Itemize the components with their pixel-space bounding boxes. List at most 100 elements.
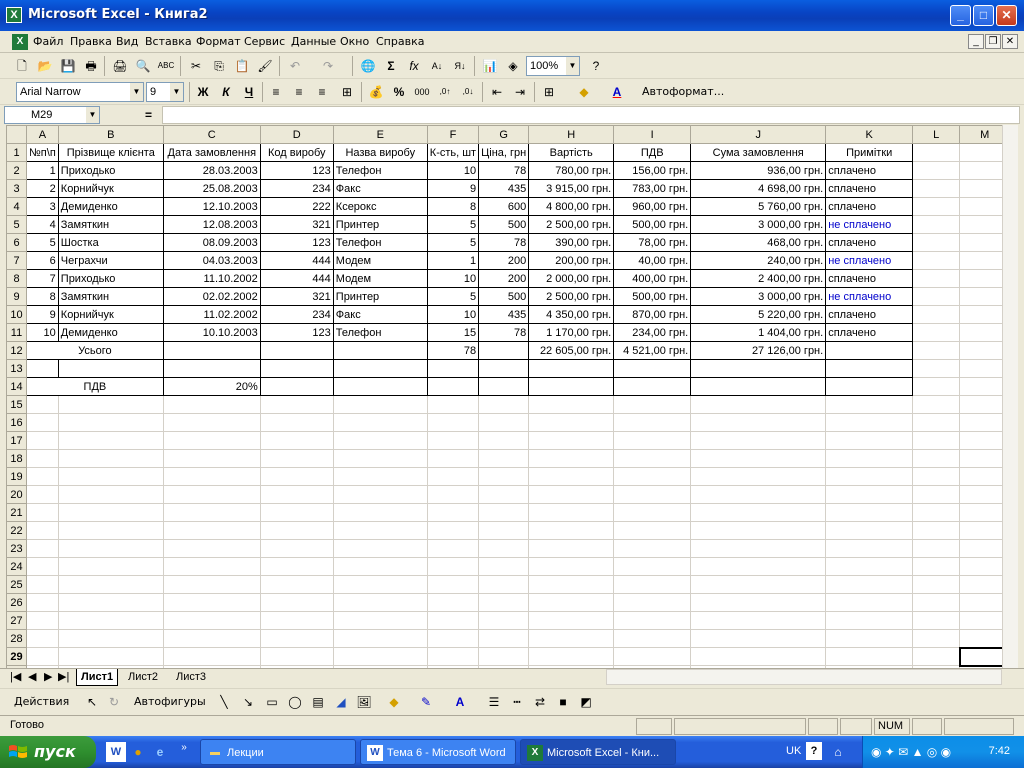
3d-style-icon[interactable]: ◩ [576, 692, 596, 712]
cell-g28[interactable] [478, 629, 530, 648]
arrow-icon[interactable]: ↘ [238, 692, 258, 712]
cell-i29[interactable] [613, 647, 692, 666]
cell-b18[interactable] [57, 449, 164, 468]
cell-d1[interactable]: Код виробу [259, 143, 334, 162]
cell-f29[interactable] [426, 647, 480, 666]
cell-c29[interactable] [162, 647, 261, 666]
cell-i11[interactable]: 234,00 грн. [613, 323, 692, 342]
cell-b1[interactable]: Прізвище клієнта [57, 143, 164, 162]
cell-e9[interactable]: Принтер [332, 287, 428, 306]
cell-h11[interactable]: 1 170,00 грн. [528, 323, 615, 342]
cell-f17[interactable] [426, 431, 480, 450]
cell-a7[interactable]: 6 [26, 251, 59, 270]
cell-e1[interactable]: Назва виробу [332, 143, 428, 162]
underline-button[interactable]: Ч [239, 82, 259, 102]
cell-d12[interactable] [259, 341, 334, 360]
cell-a25[interactable] [26, 575, 59, 594]
cell-e23[interactable] [332, 539, 428, 558]
row-header[interactable]: 2 [6, 161, 27, 180]
cell-i24[interactable] [613, 557, 692, 576]
cell-k22[interactable] [825, 521, 914, 540]
cell-l3[interactable] [912, 179, 961, 198]
cell-b25[interactable] [57, 575, 164, 594]
line-style-icon[interactable]: ☰ [484, 692, 504, 712]
cell-l4[interactable] [912, 197, 961, 216]
worksheet-grid[interactable]: ABCDEFGHIJKLM 1 №п\п Прізвище клієнта Дата … [6, 125, 1018, 668]
cell-i26[interactable] [613, 593, 692, 612]
cell-g29[interactable] [478, 647, 530, 666]
cell-l26[interactable] [912, 593, 961, 612]
cell-k4[interactable]: сплачено [825, 197, 914, 216]
cell-c20[interactable] [162, 485, 261, 504]
cell-c8[interactable]: 11.10.2002 [162, 269, 261, 288]
maximize-button[interactable]: □ [973, 5, 994, 26]
cell-g20[interactable] [478, 485, 530, 504]
tray-icons[interactable]: ◉ ✦ ✉ ▲ ◎ ◉ [871, 745, 951, 759]
cell-j25[interactable] [690, 575, 827, 594]
workbook-icon[interactable]: X [12, 34, 28, 50]
cell-k20[interactable] [825, 485, 914, 504]
cell-l2[interactable] [912, 161, 961, 180]
cell-e8[interactable]: Модем [332, 269, 428, 288]
cell-a13[interactable] [26, 359, 59, 378]
percent-icon[interactable]: % [389, 82, 409, 102]
cell-h20[interactable] [528, 485, 615, 504]
cell-c11[interactable]: 10.10.2003 [162, 323, 261, 342]
cell-d7[interactable]: 444 [259, 251, 334, 270]
cell-d4[interactable]: 222 [259, 197, 334, 216]
cell-b22[interactable] [57, 521, 164, 540]
row-header[interactable]: 25 [6, 575, 27, 594]
cell-k3[interactable]: сплачено [825, 179, 914, 198]
cell-l29[interactable] [912, 647, 961, 666]
cell-b5[interactable]: Замяткин [57, 215, 164, 234]
cell-j1[interactable]: Сума замовлення [690, 143, 827, 162]
arrow-style-icon[interactable]: ⇄ [530, 692, 550, 712]
cell-k21[interactable] [825, 503, 914, 522]
cell-h13[interactable] [528, 359, 615, 378]
cell-d19[interactable] [259, 467, 334, 486]
cell-j14[interactable] [690, 377, 827, 396]
cell-d13[interactable] [259, 359, 334, 378]
cell-d26[interactable] [259, 593, 334, 612]
cell-i1[interactable]: ПДВ [613, 143, 692, 162]
doc-minimize-button[interactable]: _ [968, 34, 984, 49]
cell-d16[interactable] [259, 413, 334, 432]
row-header[interactable]: 9 [6, 287, 27, 306]
cell-a24[interactable] [26, 557, 59, 576]
cell-b2[interactable]: Приходько [57, 161, 164, 180]
cell-i18[interactable] [613, 449, 692, 468]
cell-h12[interactable]: 22 605,00 грн. [528, 341, 615, 360]
cell-e3[interactable]: Факс [332, 179, 428, 198]
cell-k10[interactable]: сплачено [825, 305, 914, 324]
cell-j18[interactable] [690, 449, 827, 468]
font-size-select[interactable]: 9 ▼ [146, 82, 184, 102]
cell-b24[interactable] [57, 557, 164, 576]
cell-a19[interactable] [26, 467, 59, 486]
cell-l5[interactable] [912, 215, 961, 234]
cell-f2[interactable]: 10 [426, 161, 480, 180]
task-word[interactable]: W Тема 6 - Microsoft Word [360, 739, 516, 765]
cell-j3[interactable]: 4 698,00 грн. [690, 179, 827, 198]
cell-f13[interactable] [426, 359, 480, 378]
cell-h24[interactable] [528, 557, 615, 576]
cell-c3[interactable]: 25.08.2003 [162, 179, 261, 198]
cell-a5[interactable]: 4 [26, 215, 59, 234]
cell-a6[interactable]: 5 [26, 233, 59, 252]
cell-g1[interactable]: Ціна, грн [478, 143, 530, 162]
row-header[interactable]: 17 [6, 431, 27, 450]
help-icon[interactable]: ? [586, 56, 606, 76]
cell-a21[interactable] [26, 503, 59, 522]
cell-l13[interactable] [912, 359, 961, 378]
cell-j21[interactable] [690, 503, 827, 522]
excel-app-icon[interactable]: X [6, 7, 22, 23]
row-header[interactable]: 1 [6, 143, 27, 162]
line-icon[interactable]: ╲ [214, 692, 234, 712]
free-rotate-icon[interactable]: ↻ [104, 692, 124, 712]
italic-button[interactable]: К [216, 82, 236, 102]
formula-equals-icon[interactable]: = [145, 108, 152, 122]
cell-k5[interactable]: не сплачено [825, 215, 914, 234]
cell-k19[interactable] [825, 467, 914, 486]
cell-c23[interactable] [162, 539, 261, 558]
cell-j4[interactable]: 5 760,00 грн. [690, 197, 827, 216]
cell-b11[interactable]: Демиденко [57, 323, 164, 342]
